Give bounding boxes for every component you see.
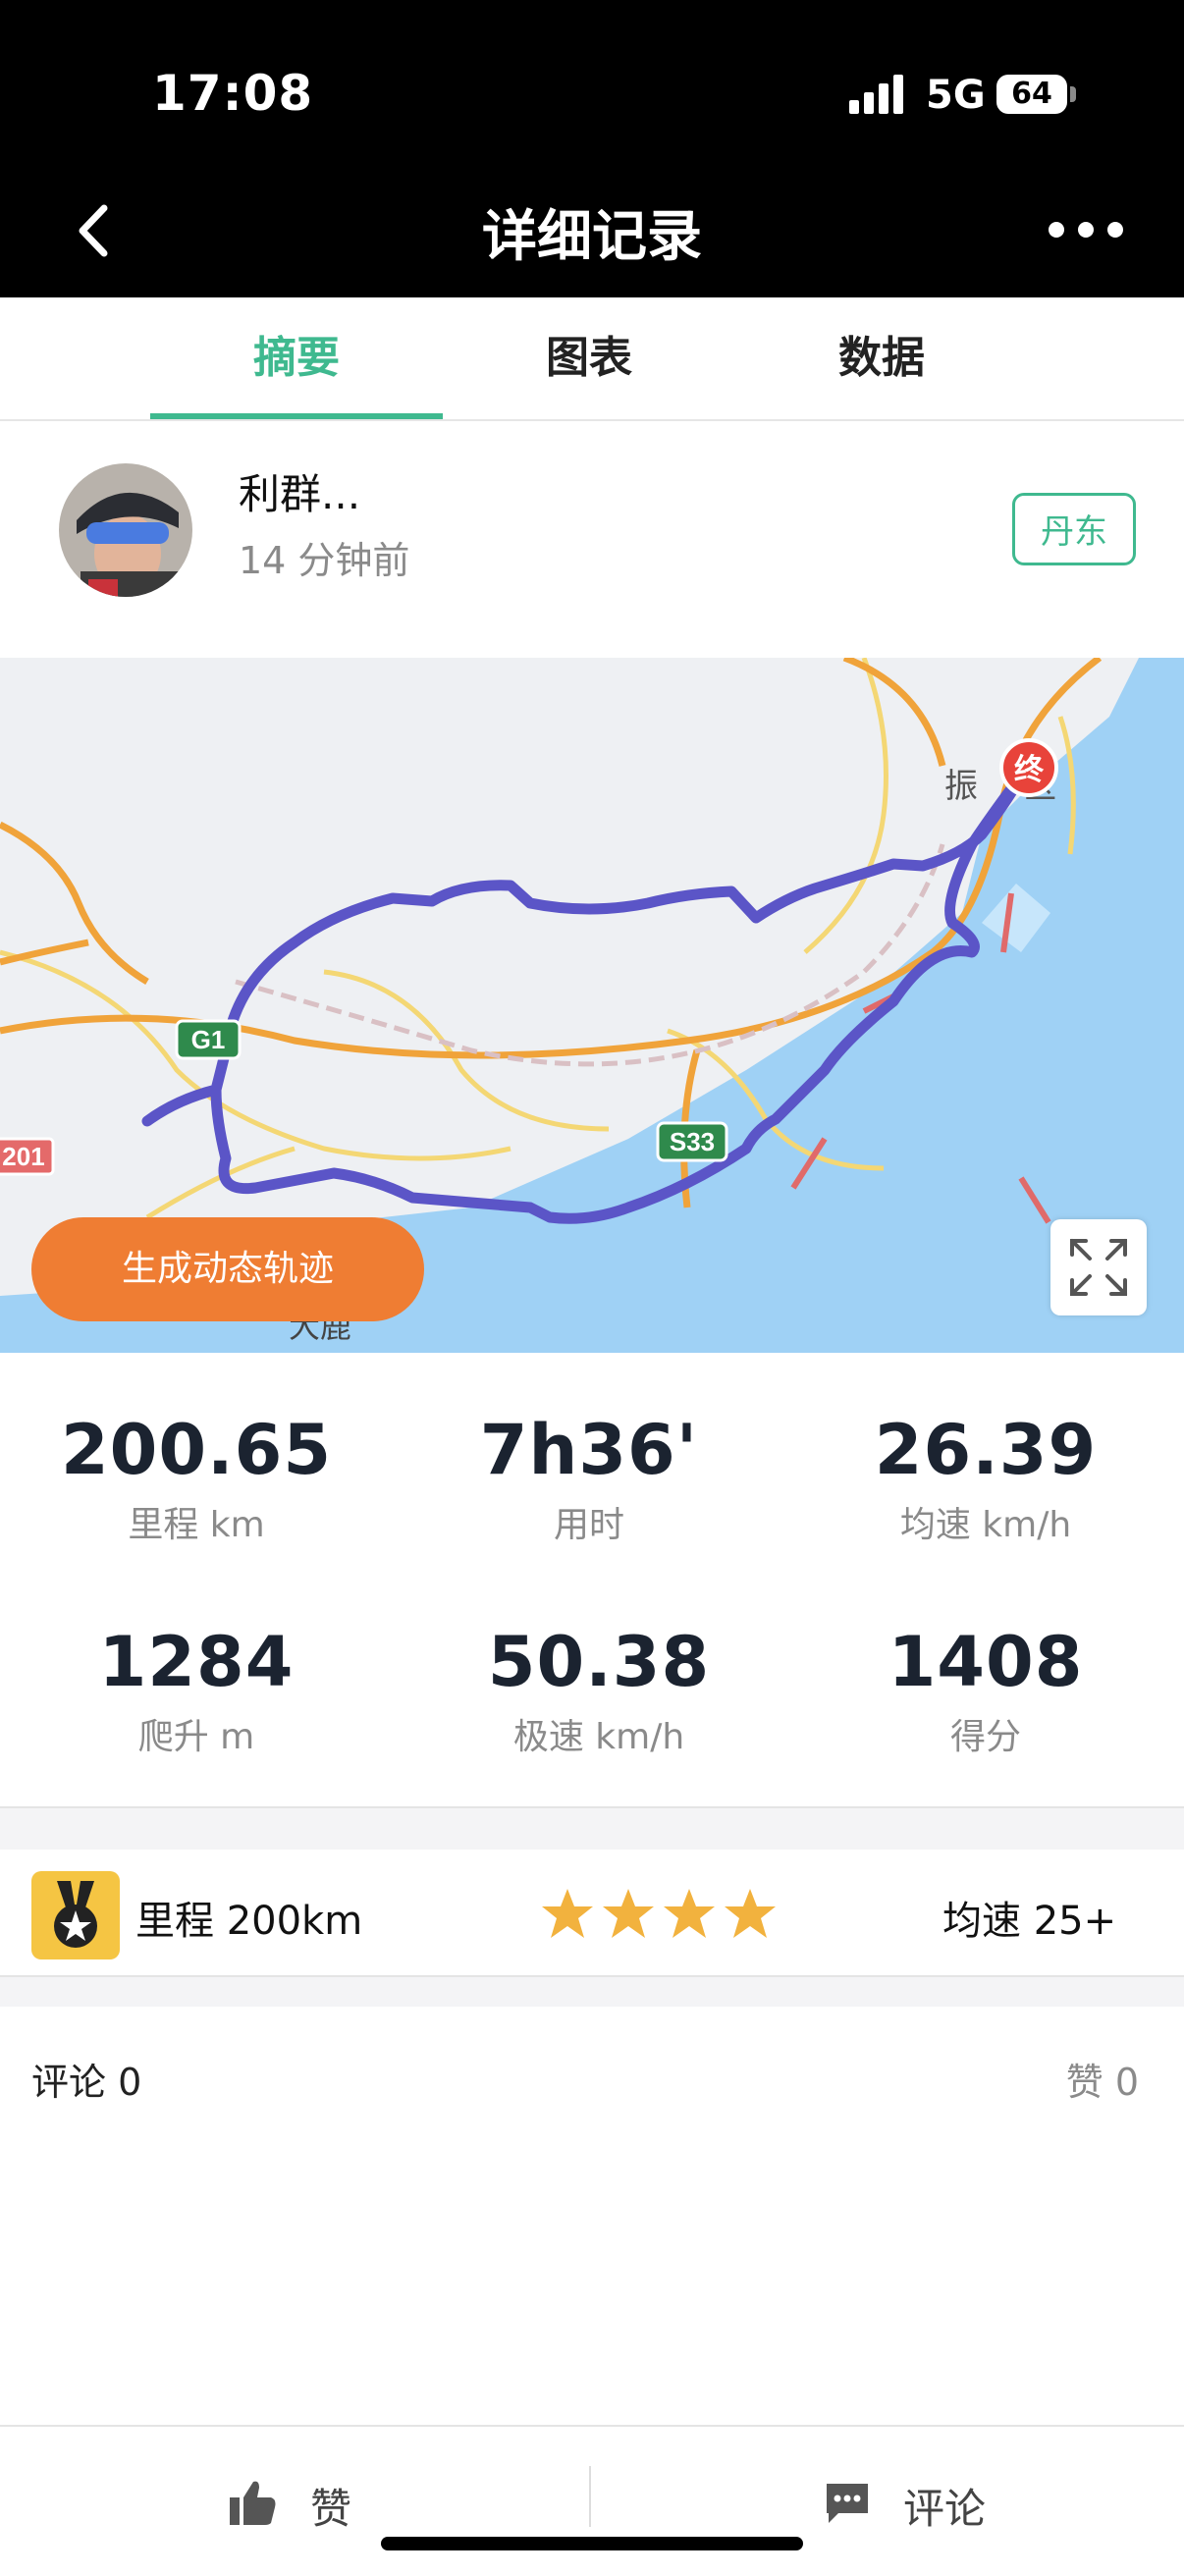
page-title: 详细记录: [482, 205, 702, 269]
highway-label-g1: G1: [191, 1025, 226, 1054]
stat-score-value: 1408: [888, 1622, 1084, 1702]
stat-score-label: 得分: [949, 1717, 1021, 1757]
achievement-speed: 均速 25+: [942, 1899, 1117, 1944]
battery-icon: 64: [996, 75, 1067, 114]
stat-avg-speed-label: 均速 km/h: [899, 1505, 1072, 1545]
tab-summary[interactable]: 摘要: [150, 297, 443, 419]
stat-duration-label: 用时: [553, 1505, 624, 1545]
user-name[interactable]: 利群...: [239, 461, 360, 521]
battery-tip: [1070, 86, 1076, 102]
comment-button-label: 评论: [903, 2485, 987, 2533]
stat-elevation: 1284 爬升 m: [0, 1622, 393, 1759]
stat-avg-speed: 26.39 均速 km/h: [789, 1410, 1182, 1547]
medal-icon: [31, 1871, 120, 1959]
tab-bar: 摘要 图表 数据: [0, 297, 1184, 421]
stat-elevation-label: 爬升 m: [137, 1717, 255, 1757]
end-marker-label: 终: [1014, 753, 1045, 787]
stat-score: 1408 得分: [789, 1622, 1182, 1759]
top-bar: 17:08 5G 64 详细记录: [0, 0, 1184, 297]
place-label-top: 振: [944, 767, 978, 806]
stat-max-speed-value: 50.38: [487, 1622, 711, 1702]
road-label-201: 201: [2, 1142, 44, 1171]
like-count[interactable]: 赞 0: [1066, 2052, 1139, 2106]
network-type: 5G: [926, 73, 986, 118]
highway-label-s33: S33: [670, 1127, 715, 1156]
generate-dynamic-track-button[interactable]: 生成动态轨迹: [31, 1217, 424, 1321]
star-rating: [542, 1889, 776, 1938]
tab-charts[interactable]: 图表: [443, 297, 735, 419]
stat-distance: 200.65 里程 km: [0, 1410, 393, 1547]
city-tag[interactable]: 丹东: [1012, 493, 1136, 565]
expand-map-button[interactable]: [1050, 1219, 1147, 1315]
avatar-image: [59, 463, 192, 597]
stat-distance-label: 里程 km: [128, 1505, 265, 1545]
star-icon: [664, 1889, 715, 1938]
avatar[interactable]: [59, 463, 192, 597]
star-icon: [542, 1889, 593, 1938]
stat-max-speed: 50.38 极速 km/h: [403, 1622, 795, 1759]
like-button-label: 赞: [310, 2485, 352, 2533]
thumbs-up-icon: [230, 2481, 276, 2525]
bar-divider: [589, 2466, 591, 2527]
stat-duration-value: 7h36': [479, 1410, 699, 1490]
status-time: 17:08: [152, 65, 314, 122]
star-icon: [725, 1889, 776, 1938]
stat-elevation-value: 1284: [98, 1622, 295, 1702]
stat-duration: 7h36' 用时: [393, 1410, 785, 1547]
more-button[interactable]: [1041, 216, 1129, 245]
stat-distance-value: 200.65: [60, 1410, 333, 1490]
more-dots-icon: [1049, 222, 1064, 238]
comment-icon: [827, 2484, 868, 2523]
section-gap: [0, 1977, 1184, 2007]
post-time: 14 分钟前: [239, 539, 410, 582]
tab-active-indicator: [150, 413, 443, 419]
achievement-distance: 里程 200km: [135, 1899, 363, 1944]
bottom-action-bar: 赞 评论: [0, 2425, 1184, 2576]
stat-avg-speed-value: 26.39: [874, 1410, 1098, 1490]
section-gap: [0, 1808, 1184, 1850]
more-dots-icon: [1078, 222, 1094, 238]
comment-count[interactable]: 评论 0: [31, 2052, 141, 2106]
expand-icon: [1070, 1239, 1127, 1296]
star-icon: [603, 1889, 654, 1938]
stat-max-speed-label: 极速 km/h: [512, 1717, 685, 1757]
home-indicator[interactable]: [381, 2537, 803, 2550]
more-dots-icon: [1107, 222, 1123, 238]
signal-icon: [849, 75, 908, 114]
tab-data[interactable]: 数据: [735, 297, 1028, 419]
